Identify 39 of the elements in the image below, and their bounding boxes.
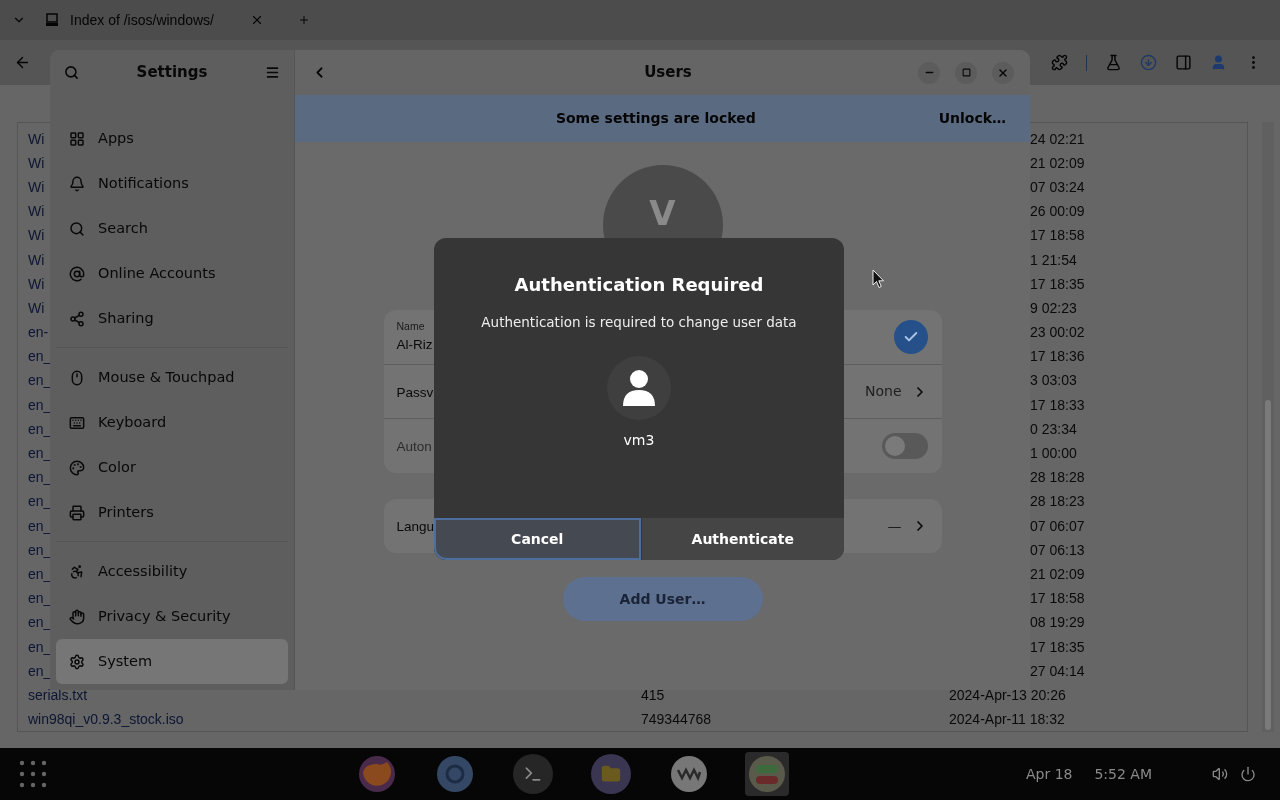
file-date: 28 18:23 <box>1030 492 1085 512</box>
row-value: — <box>887 516 902 536</box>
file-date: 21 02:09 <box>1030 564 1085 584</box>
file-date: 1 21:54 <box>1030 250 1077 270</box>
row-value: None <box>864 382 902 401</box>
file-date: 07 06:13 <box>1030 540 1085 560</box>
window-title: Settings <box>135 62 209 84</box>
file-date: 24 02:21 <box>1030 129 1085 149</box>
user-name: vm3 <box>623 431 655 451</box>
row-label: Langu <box>396 519 435 534</box>
row-label: Auton <box>396 439 432 454</box>
file-date: 27 04:14 <box>1030 661 1085 681</box>
file-date: 3 03:03 <box>1030 371 1077 391</box>
dialog-message: Authentication is required to change user data <box>481 313 797 332</box>
file-date: 17 18:33 <box>1030 395 1085 415</box>
file-size: 749344768 <box>641 711 712 728</box>
file-date: 17 18:58 <box>1030 589 1085 609</box>
file-date: 2024-Apr-13 20:26 <box>949 685 1066 705</box>
file-date: 2024-Apr-11 18:32 <box>949 710 1065 730</box>
row-label: Passv <box>396 384 434 400</box>
file-date: 07 06:07 <box>1030 516 1085 536</box>
file-date: 21 02:09 <box>1030 153 1085 173</box>
file-date: 1 00:00 <box>1030 444 1077 464</box>
field-label: Name <box>396 319 425 334</box>
file-date: 0 23:34 <box>1030 419 1077 439</box>
file-date: 17 18:35 <box>1030 637 1085 657</box>
file-date: 17 18:58 <box>1030 226 1085 246</box>
file-date: 9 02:23 <box>1030 298 1077 318</box>
file-size: 415 <box>641 686 665 703</box>
file-date: 26 00:09 <box>1030 202 1085 222</box>
file-date: 08 19:29 <box>1030 613 1085 633</box>
file-date: 28 18:28 <box>1030 468 1085 488</box>
tab-title: Index of /isos/windows/ <box>70 10 215 30</box>
banner-text: Some settings are locked <box>554 109 757 128</box>
file-date: 17 18:35 <box>1030 274 1085 294</box>
file-date: 07 03:24 <box>1030 177 1085 197</box>
file-date: 23 00:02 <box>1030 323 1085 343</box>
file-date: 17 18:36 <box>1030 347 1085 367</box>
window-title: Users <box>643 62 693 84</box>
